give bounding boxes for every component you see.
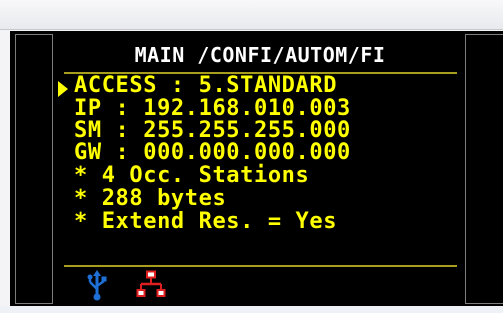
device-display: MAIN /CONFI/AUTOM/FI ACCESS : 5.STANDARD… bbox=[10, 31, 503, 306]
menu-line-gateway[interactable]: GW : 000.000.000.000 bbox=[74, 142, 464, 164]
usb-icon bbox=[87, 270, 107, 301]
info-line-extend-res: * Extend Res. = Yes bbox=[74, 209, 338, 234]
selection-cursor-icon bbox=[58, 81, 68, 97]
window-bottom-edge bbox=[0, 306, 503, 313]
menu-line-subnet-mask[interactable]: SM : 255.255.255.000 bbox=[74, 120, 464, 142]
right-softkey[interactable] bbox=[465, 34, 503, 304]
info-line-stations: * 4 Occ. Stations bbox=[74, 163, 310, 188]
window-top-bar bbox=[0, 0, 503, 30]
network-icon bbox=[136, 270, 166, 297]
status-divider bbox=[64, 265, 457, 267]
menu-line-access[interactable]: ACCESS : 5.STANDARD bbox=[74, 75, 464, 97]
info-line-bytes: * 288 bytes bbox=[74, 186, 227, 211]
screen-title: MAIN /CONFI/AUTOM/FI bbox=[134, 43, 386, 67]
menu-line-ip[interactable]: IP : 192.168.010.003 bbox=[74, 98, 464, 120]
left-softkey[interactable] bbox=[15, 34, 53, 304]
